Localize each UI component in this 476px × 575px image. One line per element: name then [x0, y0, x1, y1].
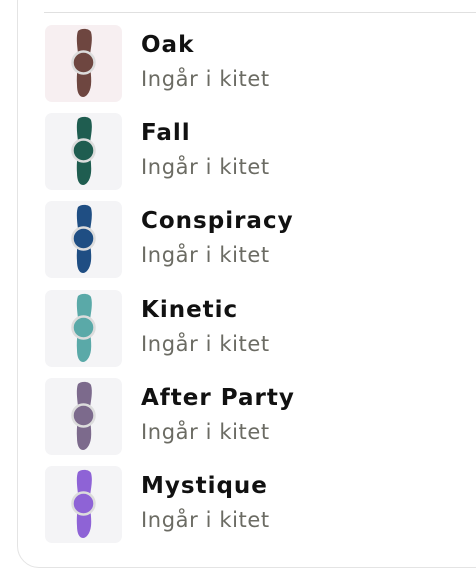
swatch-dot [71, 491, 96, 516]
swatch-thumbnail [45, 201, 122, 279]
list-item-oak[interactable]: Oak Ingår i kitet [45, 25, 476, 113]
product-status: Ingår i kitet [141, 331, 270, 356]
product-name: Fall [141, 120, 191, 147]
swatch-dot [71, 138, 96, 163]
list-item-after-party[interactable]: After Party Ingår i kitet [45, 377, 476, 466]
swatch-dot [71, 403, 96, 428]
swatch-thumbnail [45, 113, 122, 191]
polish-swatch-icon [71, 293, 96, 362]
swatch-dot [71, 50, 96, 75]
product-name: Conspiracy [141, 208, 294, 235]
swatch-dot [71, 314, 96, 340]
product-name: Oak [141, 32, 195, 58]
product-list: Oak Ingår i kitet Fall Ingår i kitet Con… [45, 25, 476, 554]
product-status: Ingår i kitet [141, 67, 270, 91]
product-status: Ingår i kitet [141, 419, 270, 444]
product-name: Mystique [141, 472, 268, 499]
swatch-dot [71, 226, 96, 252]
swatch-thumbnail [45, 377, 122, 455]
product-name: Kinetic [141, 296, 239, 323]
list-item-fall[interactable]: Fall Ingår i kitet [45, 113, 476, 201]
product-status: Ingår i kitet [141, 507, 270, 532]
polish-swatch-icon [71, 469, 96, 538]
product-name: After Party [141, 384, 295, 411]
polish-swatch-icon [71, 28, 96, 98]
product-status: Ingår i kitet [141, 155, 270, 180]
list-item-kinetic[interactable]: Kinetic Ingår i kitet [45, 289, 476, 378]
product-status: Ingår i kitet [141, 243, 270, 268]
polish-swatch-icon [71, 381, 96, 450]
swatch-thumbnail [45, 289, 122, 367]
polish-swatch-icon [71, 205, 96, 274]
list-item-conspiracy[interactable]: Conspiracy Ingår i kitet [45, 201, 476, 289]
swatch-thumbnail [45, 25, 122, 102]
swatch-thumbnail [45, 465, 122, 543]
divider [44, 12, 476, 13]
list-item-mystique[interactable]: Mystique Ingår i kitet [45, 465, 476, 554]
polish-swatch-icon [71, 117, 96, 186]
